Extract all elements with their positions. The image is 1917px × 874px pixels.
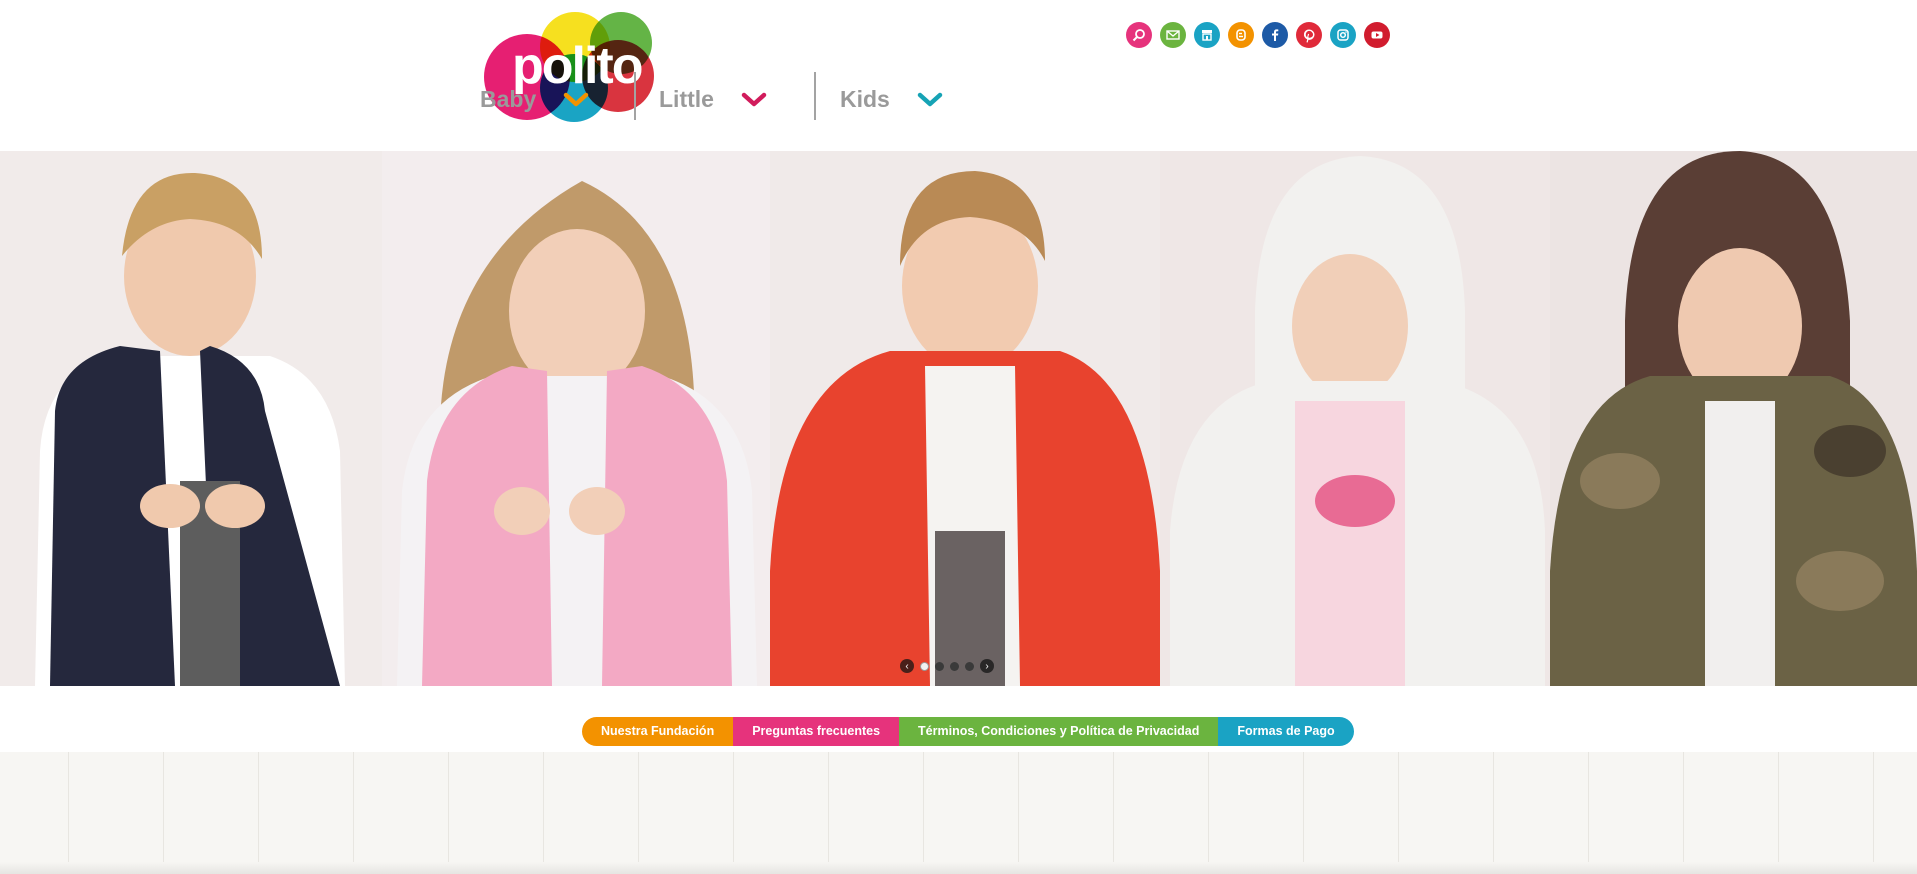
hero-panel-girl-pink-vest [382,151,770,686]
chevron-down-icon [741,92,767,106]
nav-item-label: Baby [480,86,537,112]
chevron-left-icon[interactable]: ‹ [900,659,914,673]
hero-panel-boy-navy-vest [0,151,382,686]
youtube-icon[interactable] [1364,22,1390,48]
chevron-down-icon [564,92,589,106]
store-icon[interactable] [1194,22,1220,48]
instagram-icon[interactable] [1330,22,1356,48]
blogger-icon[interactable] [1228,22,1254,48]
link-nuestra-fundacion[interactable]: Nuestra Fundación [582,717,734,746]
hero-panel-girl-white-jacket [1160,151,1550,686]
nav-divider [814,72,816,120]
facebook-icon[interactable] [1262,22,1288,48]
link-terminos-condiciones[interactable]: Términos, Condiciones y Política de Priv… [899,717,1219,746]
wood-background [0,752,1917,874]
nav-divider [634,72,636,120]
nav-item-label: Kids [840,86,890,112]
link-preguntas-frecuentes[interactable]: Preguntas frecuentes [733,717,900,746]
nav-item-baby[interactable]: Baby [480,86,590,113]
nav-item-little[interactable]: Little [659,86,768,113]
pinterest-icon[interactable] [1296,22,1322,48]
search-icon[interactable] [1126,22,1152,48]
carousel-dot[interactable] [920,661,929,671]
carousel-controls: ‹ › [900,659,994,673]
social-links [1126,22,1390,48]
site-header: polito Baby Little Kids [0,0,1917,151]
nav-item-kids[interactable]: Kids [840,86,944,113]
hero-panel-boy-red-jacket [770,151,1160,686]
carousel-dot[interactable] [950,661,959,671]
hero-carousel[interactable]: ‹ › [0,151,1917,686]
footer-links: Nuestra Fundación Preguntas frecuentes T… [582,717,1354,746]
mail-icon[interactable] [1160,22,1186,48]
page: polito Baby Little Kids ‹ › Nuestra Fund… [0,0,1917,874]
chevron-right-icon[interactable]: › [980,659,994,673]
chevron-down-icon [917,92,943,106]
link-formas-de-pago[interactable]: Formas de Pago [1218,717,1354,746]
carousel-dot[interactable] [935,661,944,671]
nav-item-label: Little [659,86,714,112]
hero-panel-boy-camo-jacket [1550,151,1917,686]
carousel-dot[interactable] [965,661,974,671]
